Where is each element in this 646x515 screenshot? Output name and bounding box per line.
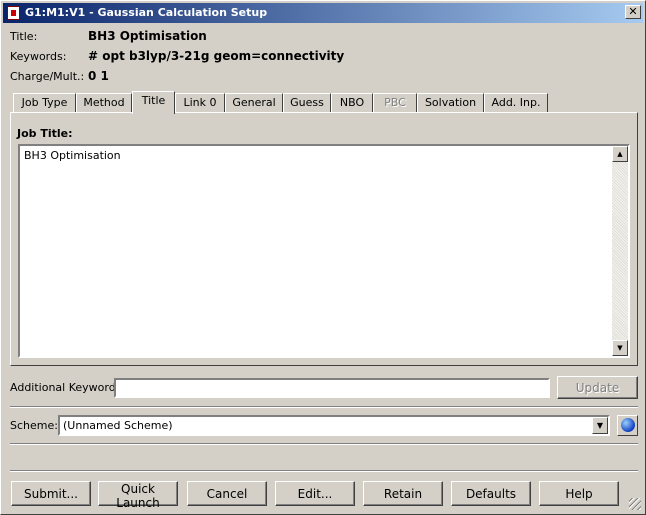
cancel-button[interactable]: Cancel [187, 481, 267, 506]
separator [10, 470, 638, 472]
app-icon [7, 6, 20, 20]
separator [10, 406, 638, 408]
close-button[interactable]: ✕ [625, 5, 641, 19]
scheme-select[interactable]: (Unnamed Scheme) ▼ [58, 415, 610, 436]
defaults-button[interactable]: Defaults [451, 481, 531, 506]
submit-button[interactable]: Submit... [11, 481, 91, 506]
window-title: G1:M1:V1 - Gaussian Calculation Setup [25, 6, 268, 19]
tab-pbc: PBC [373, 93, 417, 112]
keywords-value: # opt b3lyp/3-21g geom=connectivity [88, 49, 345, 63]
dropdown-arrow-icon[interactable]: ▼ [592, 417, 608, 434]
tab-solvation[interactable]: Solvation [417, 93, 484, 112]
keywords-label: Keywords: [10, 50, 67, 63]
title-value: BH3 Optimisation [88, 29, 207, 43]
edit-button[interactable]: Edit... [275, 481, 355, 506]
job-title-label: Job Title: [17, 127, 73, 140]
scheme-label: Scheme: [10, 419, 58, 432]
additional-keywords-label: Additional Keywords: [10, 381, 126, 394]
tab-title[interactable]: Title [132, 91, 175, 114]
separator [10, 443, 638, 445]
charge-mult-value: 0 1 [88, 69, 109, 83]
globe-icon [621, 418, 635, 432]
scheme-value: (Unnamed Scheme) [63, 419, 173, 432]
charge-mult-label: Charge/Mult.: [10, 70, 85, 83]
gaussian-setup-window: G1:M1:V1 - Gaussian Calculation Setup ✕ … [0, 0, 646, 515]
scroll-up-button[interactable]: ▲ [612, 146, 628, 162]
tab-method[interactable]: Method [76, 93, 132, 112]
additional-keywords-input[interactable] [114, 378, 550, 398]
tab-general[interactable]: General [225, 93, 283, 112]
title-bar[interactable]: G1:M1:V1 - Gaussian Calculation Setup ✕ [3, 3, 643, 23]
tab-job-type[interactable]: Job Type [13, 93, 76, 112]
scroll-down-button[interactable]: ▼ [612, 340, 628, 356]
tab-nbo[interactable]: NBO [331, 93, 373, 112]
scheme-globe-button[interactable] [617, 415, 638, 436]
vertical-scrollbar[interactable]: ▲ ▼ [612, 146, 628, 356]
resize-grip-icon[interactable] [629, 498, 641, 510]
tab-guess[interactable]: Guess [283, 93, 331, 112]
retain-button[interactable]: Retain [363, 481, 443, 506]
title-label: Title: [10, 30, 38, 43]
update-button: Update [557, 376, 638, 399]
quick-launch-button[interactable]: Quick Launch [98, 481, 178, 510]
help-button[interactable]: Help [539, 481, 619, 506]
job-title-textarea[interactable]: BH3 Optimisation ▲ ▼ [18, 144, 630, 358]
job-title-text: BH3 Optimisation [24, 149, 121, 162]
tab-link0[interactable]: Link 0 [175, 93, 225, 112]
tab-add-inp[interactable]: Add. Inp. [484, 93, 548, 112]
